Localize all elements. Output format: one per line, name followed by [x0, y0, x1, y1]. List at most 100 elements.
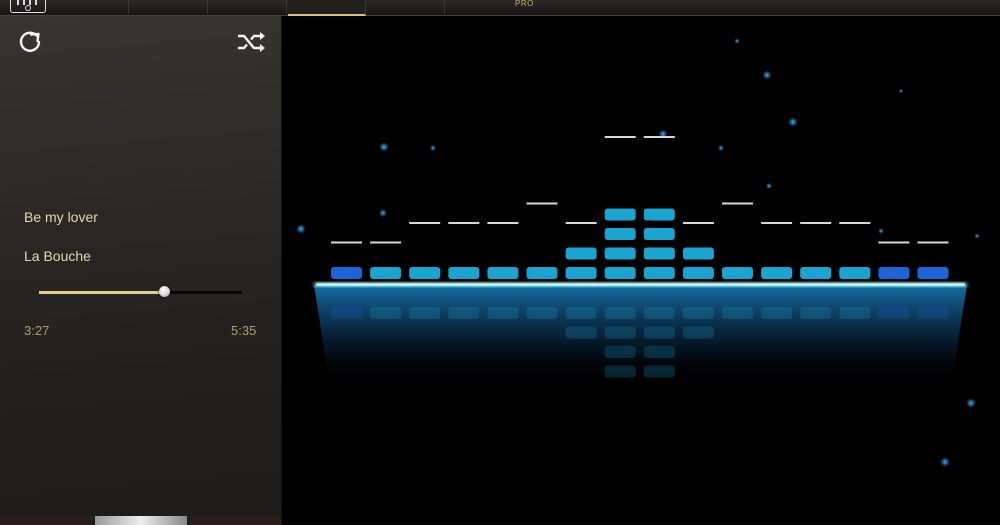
- spectrum-reflection: [917, 307, 949, 319]
- spectrum-segment: [682, 267, 714, 279]
- particle: [766, 183, 772, 189]
- particle: [788, 117, 798, 127]
- spectrum-segment: [604, 247, 636, 260]
- shuffle-icon: [238, 32, 265, 52]
- spectrum-segment: [331, 267, 362, 279]
- spectrum-segment: [682, 247, 714, 260]
- spectrum-segment: [722, 267, 753, 279]
- album-thumbnail[interactable]: [190, 516, 281, 525]
- peak-indicator: [643, 136, 675, 138]
- song-title: Be my lover: [24, 209, 98, 225]
- peak-indicator: [370, 241, 402, 244]
- peak-indicator: [409, 222, 441, 224]
- spectrum-segment: [643, 208, 675, 221]
- peak-indicator: [761, 222, 793, 224]
- spectrum-segment: [370, 267, 402, 279]
- repeat-button[interactable]: [16, 28, 44, 56]
- album-thumbnail[interactable]: [95, 516, 187, 525]
- spectrum-reflection: [722, 307, 753, 319]
- particle: [974, 233, 980, 239]
- tab-pro-label[interactable]: PRO: [515, 0, 534, 8]
- peak-indicator: [526, 202, 558, 205]
- spectrum-reflection: [448, 307, 480, 319]
- album-thumbnail-strip: [0, 516, 281, 525]
- spectrum-segment: [448, 267, 480, 279]
- spectrum-reflection: [370, 307, 402, 319]
- spectrum-reflection: [604, 307, 636, 319]
- spectrum-segment: [604, 208, 636, 221]
- spectrum-segment: [643, 228, 675, 240]
- shuffle-button[interactable]: [236, 30, 268, 54]
- spectrum-segment: [643, 247, 675, 260]
- spectrum-reflection: [643, 326, 675, 339]
- peak-indicator: [839, 222, 871, 224]
- peak-indicator: [331, 241, 362, 244]
- tab-visualizer-active[interactable]: [288, 0, 366, 16]
- spectrum-reflection: [643, 365, 675, 378]
- spectrum-reflection: [682, 326, 714, 339]
- floor-glow: [314, 285, 967, 386]
- seek-bar[interactable]: [39, 286, 242, 297]
- floor-line: [316, 283, 965, 286]
- particle: [940, 457, 950, 467]
- peak-indicator: [800, 222, 832, 224]
- peak-indicator: [604, 136, 636, 138]
- spectrum-segment: [565, 267, 597, 279]
- time-total: 5:35: [231, 323, 257, 338]
- spectrum-segment: [761, 267, 793, 279]
- peak-indicator: [878, 241, 910, 244]
- spectrum-reflection: [800, 307, 832, 319]
- seek-bar-thumb[interactable]: [158, 286, 170, 297]
- peak-indicator: [917, 241, 949, 244]
- top-tab-bar: PRO: [0, 0, 1000, 16]
- spectrum-reflection: [487, 307, 519, 319]
- particle: [734, 38, 740, 44]
- spectrum-reflection: [565, 307, 597, 319]
- artist-name: La Bouche: [24, 248, 91, 264]
- particle: [898, 88, 904, 94]
- spectrum-segment: [800, 267, 832, 279]
- spectrum-segment: [839, 267, 871, 279]
- spectrum-reflection: [604, 365, 636, 378]
- spectrum-segment: [487, 267, 519, 279]
- particle: [878, 228, 884, 234]
- spectrum-segment: [565, 247, 597, 260]
- spectrum-visualizer: [281, 16, 1000, 525]
- peak-indicator: [682, 222, 714, 224]
- particle: [718, 145, 724, 151]
- player-panel: Be my lover La Bouche 3:27 5:35: [0, 16, 282, 525]
- repeat-icon: [19, 31, 41, 52]
- time-elapsed: 3:27: [24, 323, 50, 338]
- spectrum-reflection: [604, 346, 636, 358]
- tab-5[interactable]: [367, 0, 445, 14]
- spectrum-segment: [878, 267, 910, 279]
- album-thumbnail[interactable]: [0, 516, 92, 525]
- particle: [379, 142, 389, 152]
- spectrum-reflection: [331, 307, 362, 319]
- particle: [296, 224, 306, 234]
- tab-1[interactable]: [50, 0, 129, 14]
- spectrum-reflection: [878, 307, 910, 319]
- particle: [430, 145, 436, 151]
- peak-indicator: [487, 222, 519, 224]
- spectrum-reflection: [526, 307, 558, 319]
- spectrum-segment: [604, 267, 636, 279]
- tab-2[interactable]: [130, 0, 208, 14]
- spectrum-segment: [409, 267, 441, 279]
- spectrum-reflection: [839, 307, 871, 319]
- seek-bar-fill: [39, 291, 165, 294]
- spectrum-reflection: [409, 307, 441, 319]
- spectrum-segment: [526, 267, 558, 279]
- spectrum-segment: [604, 228, 636, 240]
- equalizer-app-icon[interactable]: [10, 0, 46, 13]
- peak-indicator: [722, 202, 753, 205]
- particle: [966, 398, 976, 408]
- peak-indicator: [565, 222, 597, 224]
- spectrum-reflection: [761, 307, 793, 319]
- particle: [379, 209, 387, 217]
- tab-3[interactable]: [209, 0, 287, 14]
- spectrum-reflection: [643, 346, 675, 358]
- spectrum-reflection: [682, 307, 714, 319]
- spectrum-segment: [643, 267, 675, 279]
- spectrum-reflection: [565, 326, 597, 339]
